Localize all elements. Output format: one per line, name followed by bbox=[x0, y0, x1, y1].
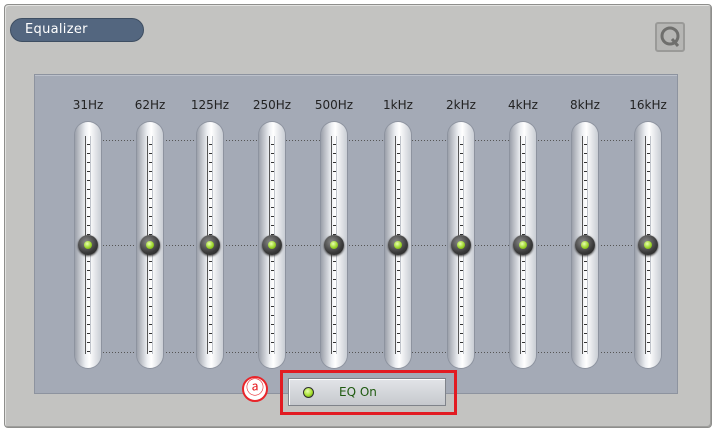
band-label-250hz: 250Hz bbox=[252, 98, 292, 112]
slider-knob-1khz[interactable] bbox=[388, 235, 408, 255]
slider-knob-2khz[interactable] bbox=[451, 235, 471, 255]
band-label-500hz: 500Hz bbox=[314, 98, 354, 112]
band-label-4khz: 4kHz bbox=[508, 98, 538, 112]
slider-knob-16khz[interactable] bbox=[638, 235, 658, 255]
band-label-125hz: 125Hz bbox=[190, 98, 230, 112]
band-label-1khz: 1kHz bbox=[383, 98, 413, 112]
eq-on-button[interactable]: EQ On bbox=[288, 378, 446, 406]
band-label-2khz: 2kHz bbox=[446, 98, 476, 112]
band-label-8khz: 8kHz bbox=[570, 98, 600, 112]
gridline-center bbox=[85, 245, 645, 246]
slider-knob-500hz[interactable] bbox=[324, 235, 344, 255]
slider-knob-31hz[interactable] bbox=[78, 235, 98, 255]
band-label-31hz: 31Hz bbox=[72, 98, 104, 112]
band-label-62hz: 62Hz bbox=[134, 98, 166, 112]
band-label-16khz: 16kHz bbox=[629, 98, 667, 112]
gridline bbox=[85, 352, 645, 353]
window-title: Equalizer bbox=[10, 18, 144, 42]
gridline bbox=[85, 140, 645, 141]
slider-knob-250hz[interactable] bbox=[262, 235, 282, 255]
eq-button-label: EQ On bbox=[339, 385, 377, 399]
slider-knob-8khz[interactable] bbox=[575, 235, 595, 255]
slider-knob-4khz[interactable] bbox=[513, 235, 533, 255]
callout-marker: ⓐ bbox=[242, 376, 268, 402]
slider-knob-62hz[interactable] bbox=[140, 235, 160, 255]
brand-logo-icon bbox=[655, 22, 685, 52]
led-indicator-icon bbox=[303, 387, 314, 398]
slider-knob-125hz[interactable] bbox=[200, 235, 220, 255]
